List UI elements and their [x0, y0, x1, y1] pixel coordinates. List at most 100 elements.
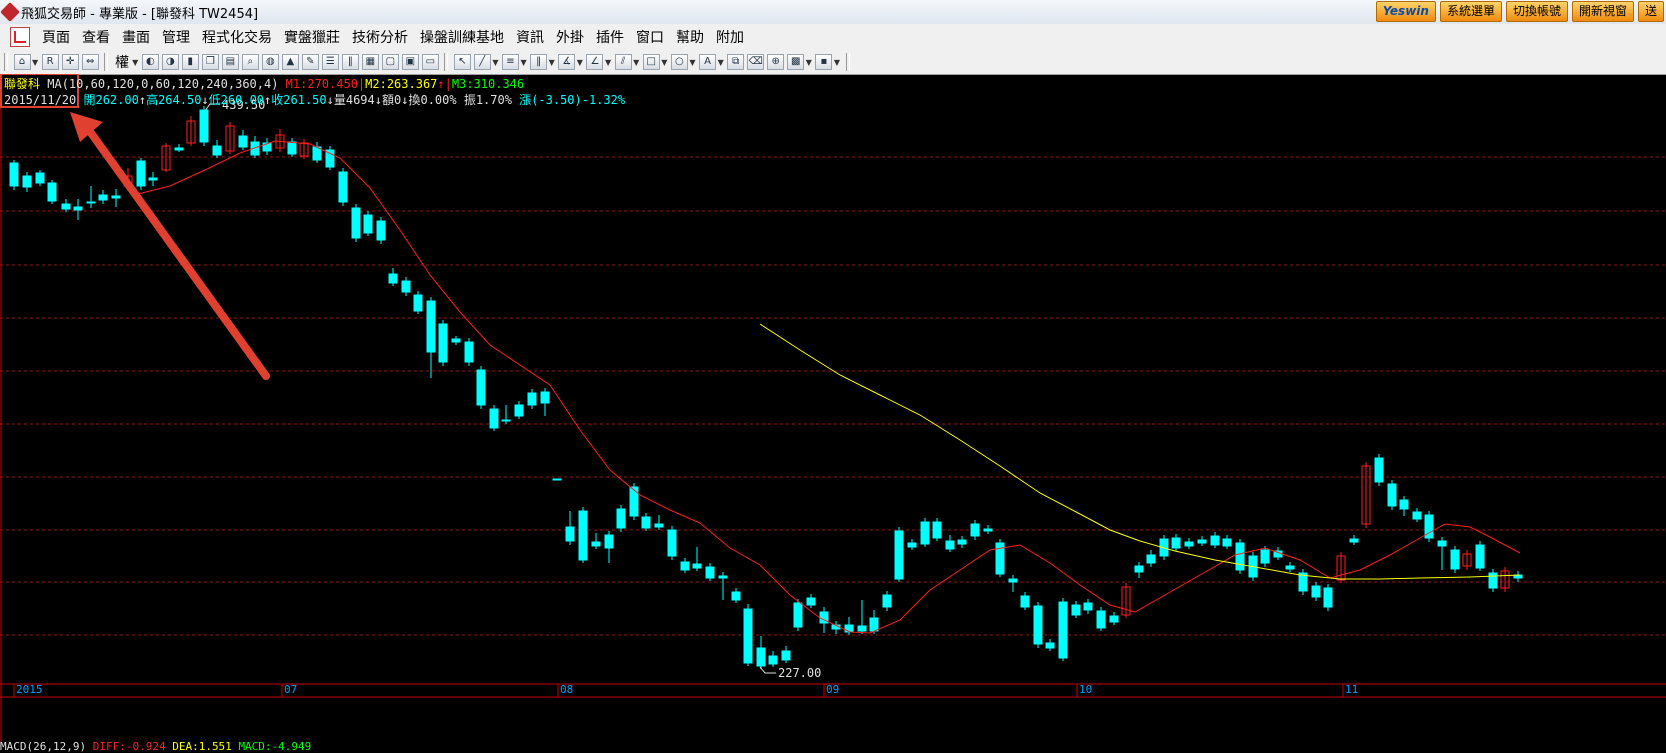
candle-down	[1412, 511, 1422, 520]
save-icon[interactable]: ▪	[815, 54, 833, 70]
layout-grid-icon[interactable]: ▦	[361, 54, 379, 70]
layout-horizontal-icon[interactable]: ☰	[321, 54, 339, 70]
ma2-arrow: ↑	[437, 77, 445, 91]
candle-down	[1323, 587, 1333, 608]
candle-down	[501, 419, 511, 422]
lock-icon[interactable]: ⊕	[767, 54, 785, 70]
menu-view[interactable]: 查看	[76, 27, 116, 47]
menu-program-trading[interactable]: 程式化交易	[196, 27, 278, 47]
candle-down	[540, 391, 550, 404]
candle-down	[73, 206, 83, 211]
window-2-icon[interactable]: ▣	[401, 54, 419, 70]
menu-page[interactable]: 頁面	[36, 27, 76, 47]
menu-info[interactable]: 資訊	[510, 27, 550, 47]
home-icon[interactable]: ⌂	[13, 54, 31, 70]
menu-manage[interactable]: 管理	[156, 27, 196, 47]
low-marker-line	[759, 666, 776, 674]
candle-down	[1311, 585, 1321, 598]
chevron-down-icon[interactable]: ▼	[834, 58, 840, 67]
alarm-icon[interactable]: ▲	[281, 54, 299, 70]
candle-down	[174, 147, 184, 151]
palette-icon[interactable]: ▩	[787, 54, 805, 70]
menu-external[interactable]: 外掛	[550, 27, 590, 47]
system-menu-button[interactable]: 系統選單	[1439, 1, 1502, 22]
menu-technical-analysis[interactable]: 技術分析	[346, 27, 414, 47]
link-icon[interactable]: ⇔	[81, 54, 99, 70]
menu-live-hunting[interactable]: 實盤獵莊	[278, 27, 346, 47]
ellipse-tool-icon[interactable]: ○	[670, 54, 688, 70]
new-window-button[interactable]: 開新視窗	[1571, 1, 1634, 22]
window-3-icon[interactable]: ▭	[421, 54, 439, 70]
chevron-down-icon[interactable]: ▼	[32, 58, 38, 67]
low-price: 低260.00	[208, 93, 265, 107]
copy-drawing-icon[interactable]: ⧉	[727, 54, 745, 70]
chevron-down-icon[interactable]: ▼	[633, 58, 639, 67]
menu-training-base[interactable]: 操盤訓練基地	[414, 27, 510, 47]
candle-down	[438, 323, 448, 363]
candle-down	[148, 177, 158, 181]
candle-down	[388, 273, 398, 284]
candle-down	[983, 528, 993, 532]
chevron-down-icon[interactable]: ▼	[806, 58, 812, 67]
search-icon[interactable]: ⌕	[241, 54, 259, 70]
eraser-icon[interactable]: ⌫	[747, 54, 765, 70]
globe-icon[interactable]: ◍	[261, 54, 279, 70]
line-tool-icon[interactable]: ╱	[473, 54, 491, 70]
send-button[interactable]: 送	[1637, 1, 1664, 22]
window-title: 飛狐交易師 - 專業版 - [聯發科 TW2454]	[21, 6, 259, 22]
chevron-down-icon[interactable]: ▼	[549, 58, 555, 67]
menu-screen[interactable]: 畫面	[116, 27, 156, 47]
layout-vertical-icon[interactable]: ‖	[341, 54, 359, 70]
candle-down	[781, 650, 791, 661]
menu-help[interactable]: 幫助	[670, 27, 710, 47]
weight-selector[interactable]: 權	[115, 52, 129, 72]
book-icon[interactable]: ▤	[221, 54, 239, 70]
arrow-up: ↑	[138, 93, 147, 107]
pen-icon[interactable]: ✎	[301, 54, 319, 70]
candle-down	[1171, 537, 1181, 549]
rectangle-tool-icon[interactable]: □	[642, 54, 660, 70]
turnover: 換0.00%	[408, 93, 457, 107]
ma-label: MA(10,60,120,0,60,120,240,360,4)	[47, 77, 279, 91]
compare-icon[interactable]: ◑	[161, 54, 179, 70]
ma1-line	[137, 140, 1521, 634]
bar-chart-icon[interactable]: ▮	[181, 54, 199, 70]
indicator-icon[interactable]: ◐	[141, 54, 159, 70]
x-axis-label: 09	[826, 683, 839, 696]
menu-window[interactable]: 窗口	[630, 27, 670, 47]
chart-app-icon[interactable]	[10, 27, 30, 47]
candle-down	[1488, 572, 1498, 589]
chevron-down-icon[interactable]: ▼	[661, 58, 667, 67]
chevron-down-icon[interactable]: ▼	[492, 58, 498, 67]
copy-icon[interactable]: ❐	[201, 54, 219, 70]
chevron-down-icon[interactable]: ▼	[689, 58, 695, 67]
quote-date: 2015/11/20	[4, 93, 77, 107]
fib-tool-icon[interactable]: ∠	[586, 54, 604, 70]
cursor-icon[interactable]: ↖	[453, 54, 471, 70]
window-titlebar: 飛狐交易師 - 專業版 - [聯發科 TW2454] Yeswin 系統選單 切…	[0, 0, 1666, 25]
candle-down	[667, 529, 677, 557]
text-tool-icon[interactable]: A	[699, 54, 717, 70]
chevron-down-icon[interactable]: ▼	[718, 58, 724, 67]
macd-label: MACD(26,12,9)	[0, 740, 87, 753]
chevron-down-icon[interactable]: ▼	[605, 58, 611, 67]
crosshair-icon[interactable]: ✛	[61, 54, 79, 70]
vline-tool-icon[interactable]: ‖	[530, 54, 548, 70]
hline-tool-icon[interactable]: ≡	[501, 54, 519, 70]
candlestick-chart[interactable]: 2015 07 08 09 10 11439.50227.00	[0, 74, 1666, 750]
menu-addon[interactable]: 附加	[710, 27, 750, 47]
window-1-icon[interactable]: ▢	[381, 54, 399, 70]
chevron-down-icon[interactable]: ▼	[132, 58, 138, 67]
candle-down	[86, 201, 96, 204]
chevron-down-icon[interactable]: ▼	[520, 58, 526, 67]
rsi-icon[interactable]: R	[41, 54, 59, 70]
yeswin-button[interactable]: Yeswin	[1375, 1, 1436, 22]
switch-account-button[interactable]: 切換帳號	[1505, 1, 1568, 22]
menu-plugins[interactable]: 插件	[590, 27, 630, 47]
candle-down	[680, 561, 690, 571]
candle-down	[882, 594, 892, 608]
macd-header: MACD(26,12,9) DIFF:-0.924 DEA:1.551 MACD…	[0, 740, 311, 753]
fan-tool-icon[interactable]: ∡	[558, 54, 576, 70]
chevron-down-icon[interactable]: ▼	[577, 58, 583, 67]
channel-tool-icon[interactable]: ⫽	[614, 54, 632, 70]
